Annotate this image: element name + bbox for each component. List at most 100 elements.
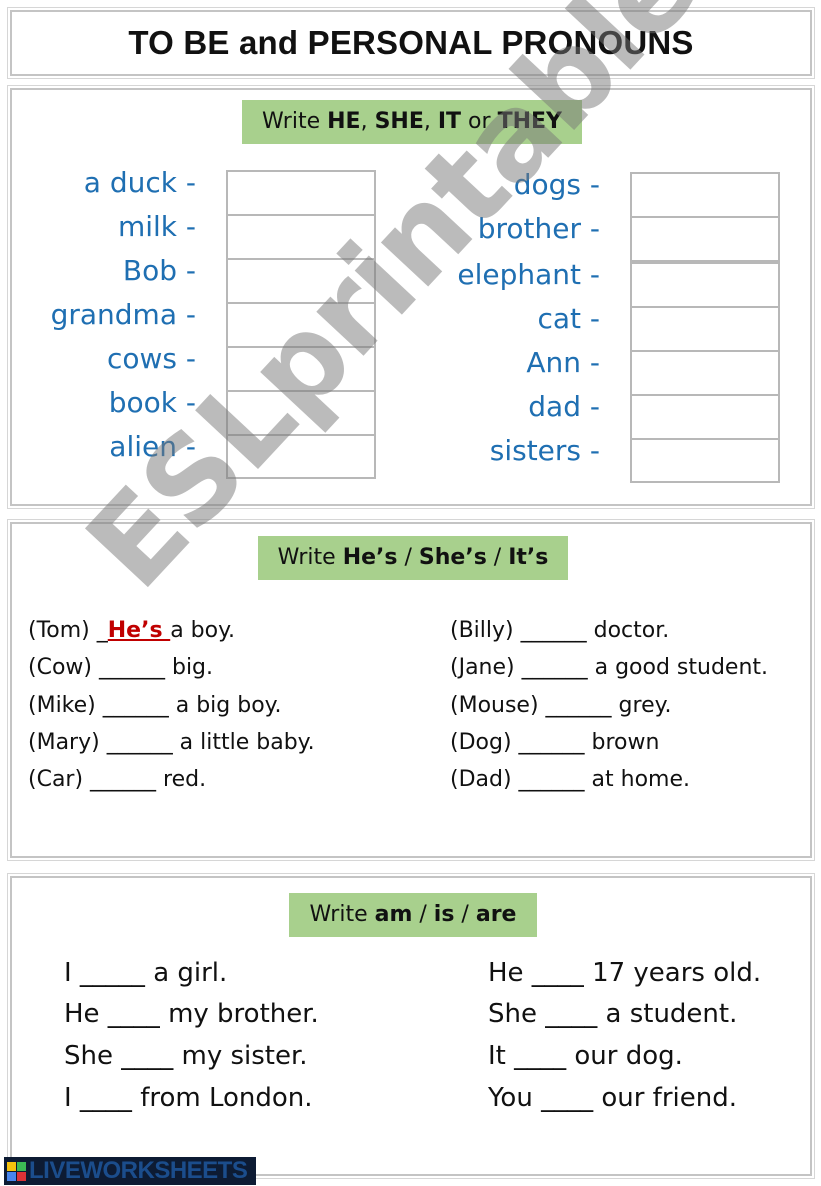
word-label: a duck - — [83, 166, 196, 199]
page-title: TO BE and PERSONAL PRONOUNS — [128, 24, 694, 61]
instruction-banner-1: Write HE, SHE, IT or THEY — [242, 100, 582, 144]
sentence-rest: red. — [156, 767, 207, 792]
banner-text: Write — [262, 109, 328, 134]
liveworksheets-logo[interactable]: LIVEWORKSHEETS — [4, 1157, 256, 1185]
blank[interactable]: ______ — [546, 693, 612, 718]
subject: (Dog) — [450, 730, 519, 755]
answer-box[interactable] — [630, 216, 780, 262]
sentence-item: (Dog) ______ brown — [450, 730, 659, 755]
instruction-banner-3: Write am / is / are — [289, 893, 537, 937]
section-to-be: Write am / is / are I _____ a girl. He __… — [7, 873, 815, 1179]
banner-keyword: HE — [327, 109, 361, 134]
sentence-item[interactable]: He ____ my brother. — [64, 999, 319, 1029]
sentence-item: (Car) ______ red. — [28, 767, 206, 792]
answer-box[interactable] — [226, 390, 376, 436]
example-answer: He’s — [107, 618, 171, 643]
answer-box[interactable] — [226, 214, 376, 260]
subject: (Mouse) — [450, 693, 546, 718]
sentence-item: (Mary) ______ a little baby. — [28, 730, 315, 755]
sentence-rest: doctor. — [586, 618, 670, 643]
subject: (Billy) — [450, 618, 521, 643]
logo-square — [7, 1171, 16, 1181]
banner-keyword: IT — [437, 109, 462, 134]
word-label: Ann - — [526, 346, 600, 379]
banner-text: or — [461, 109, 498, 134]
sentence-rest: a big boy. — [168, 693, 282, 718]
sentence-item[interactable]: I _____ a girl. — [64, 958, 227, 988]
sentence-rest: a little baby. — [172, 730, 315, 755]
blank[interactable]: ______ — [90, 767, 156, 792]
sentence-item: (Tom) _He’s a boy. — [28, 618, 235, 643]
blank[interactable]: ______ — [522, 655, 588, 680]
word-label: grandma - — [50, 298, 196, 331]
blank[interactable]: ______ — [521, 618, 587, 643]
word-label: elephant - — [457, 258, 600, 291]
sentence-item[interactable]: I ____ from London. — [64, 1083, 313, 1113]
blank[interactable]: ______ — [519, 767, 585, 792]
word-label: brother - — [477, 212, 600, 245]
sentence-rest: brown — [584, 730, 660, 755]
instruction-banner-2: Write He’s / She’s / It’s — [258, 536, 568, 580]
subject: (Dad) — [450, 767, 519, 792]
sentence-rest: big. — [164, 655, 214, 680]
answer-box[interactable] — [226, 302, 376, 348]
logo-square — [17, 1171, 26, 1181]
sentence-item: (Cow) ______ big. — [28, 655, 213, 680]
answer-box[interactable] — [630, 262, 780, 308]
blank[interactable]: ______ — [107, 730, 173, 755]
blank[interactable]: _ — [97, 618, 108, 643]
sentence-item[interactable]: She ____ my sister. — [64, 1041, 308, 1071]
word-label: milk - — [117, 210, 196, 243]
answer-box[interactable] — [630, 306, 780, 352]
answer-box[interactable] — [630, 394, 780, 440]
sentence-item[interactable]: It ____ our dog. — [488, 1041, 683, 1071]
sentence-item: (Billy) ______ doctor. — [450, 618, 669, 643]
blank[interactable]: ______ — [519, 730, 585, 755]
sentence-item[interactable]: You ____ our friend. — [488, 1083, 737, 1113]
answer-box[interactable] — [630, 172, 780, 218]
banner-keyword: THEY — [497, 109, 562, 134]
sentence-item[interactable]: He ____ 17 years old. — [488, 958, 761, 988]
section-pronouns: Write HE, SHE, IT or THEY a duck - milk -… — [7, 85, 815, 509]
answer-box[interactable] — [630, 350, 780, 396]
subject: (Cow) — [28, 655, 99, 680]
banner-text: , — [423, 109, 438, 134]
banner-text: , — [360, 109, 375, 134]
section-contractions: Write He’s / She’s / It’s (Tom) _He’s a … — [7, 519, 815, 861]
logo-square — [17, 1161, 26, 1171]
sentence-rest: grey. — [611, 693, 672, 718]
sentence-item[interactable]: She ____ a student. — [488, 999, 737, 1029]
blank[interactable]: ______ — [99, 655, 165, 680]
answer-box[interactable] — [226, 258, 376, 304]
logo-text: LIVEWORKSHEETS — [29, 1157, 248, 1184]
banner-keyword: SHE — [374, 109, 424, 134]
answer-box[interactable] — [226, 346, 376, 392]
subject: (Jane) — [450, 655, 522, 680]
word-label: book - — [108, 386, 196, 419]
answer-box[interactable] — [630, 438, 780, 483]
sentence-item: (Jane) ______ a good student. — [450, 655, 768, 680]
sentence-item: (Mouse) ______ grey. — [450, 693, 671, 718]
blank[interactable]: ______ — [103, 693, 169, 718]
subject: (Mary) — [28, 730, 107, 755]
word-label: sisters - — [489, 434, 600, 467]
sentence-item: (Mike) ______ a big boy. — [28, 693, 282, 718]
title-box: TO BE and PERSONAL PRONOUNS — [7, 7, 815, 79]
logo-square — [7, 1161, 16, 1171]
word-label: Bob - — [122, 254, 196, 287]
sentence-rest: a good student. — [587, 655, 769, 680]
subject: (Car) — [28, 767, 91, 792]
sentence-item: (Dad) ______ at home. — [450, 767, 690, 792]
word-label: dogs - — [513, 168, 600, 201]
sentence-rest: a boy. — [170, 618, 235, 643]
word-label: dad - — [528, 390, 600, 423]
subject: (Mike) — [28, 693, 103, 718]
sentence-rest: at home. — [584, 767, 691, 792]
answer-box[interactable] — [226, 434, 376, 479]
logo-squares-icon — [7, 1161, 26, 1181]
word-label: cows - — [106, 342, 196, 375]
word-label: alien - — [109, 430, 196, 463]
word-label: cat - — [537, 302, 600, 335]
answer-box[interactable] — [226, 170, 376, 216]
subject: (Tom) — [28, 618, 97, 643]
